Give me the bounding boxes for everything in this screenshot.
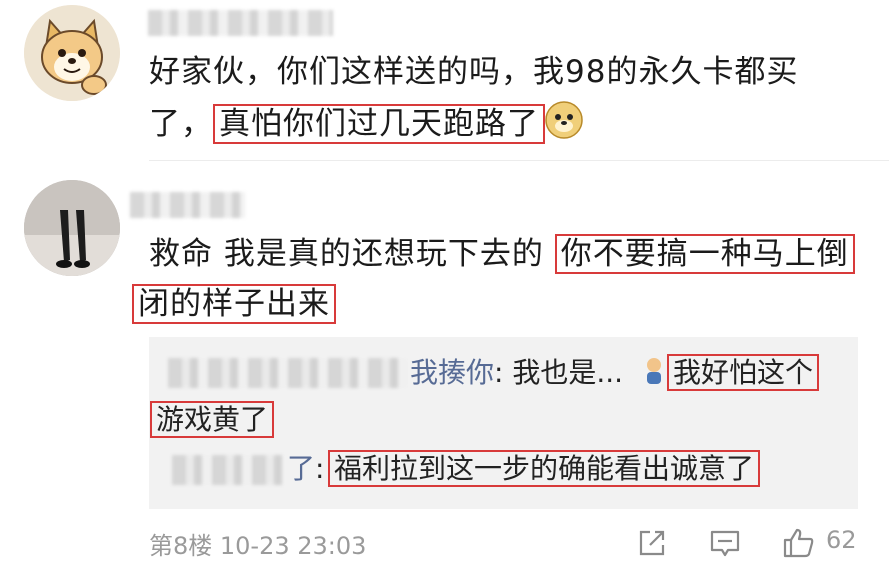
reply-line: 福利拉到这一步的确能看出诚意了: [328, 446, 761, 492]
avatar[interactable]: [24, 5, 120, 101]
thumbs-up-icon[interactable]: [782, 527, 816, 559]
reply-line: 了:: [287, 446, 324, 492]
username-redacted[interactable]: [130, 192, 245, 218]
reply-author-link[interactable]: 我揍你: [410, 356, 494, 389]
share-icon[interactable]: [636, 527, 668, 559]
like-count: 62: [826, 526, 857, 554]
highlighted-text: 闭的样子出来: [132, 284, 336, 324]
comment-text: 了，: [149, 106, 213, 142]
comment-text: 救命 我是真的还想玩下去的: [149, 236, 555, 272]
avatar[interactable]: [24, 180, 120, 276]
comment-text-line: 好家伙，你们这样送的吗，我98的永久卡都买: [149, 54, 799, 90]
highlighted-text: 游戏黄了: [150, 401, 275, 438]
man-emoji-icon: [647, 358, 661, 384]
username-redacted[interactable]: [148, 10, 333, 36]
reply-line: 我好怕这个: [667, 350, 820, 396]
dark-photo-avatar-icon: [24, 180, 120, 276]
shiba-avatar-icon: [24, 5, 120, 101]
comment-text-line: 救命 我是真的还想玩下去的 你不要搞一种马上倒: [149, 226, 855, 282]
reply-text: 我也是...: [512, 356, 624, 389]
doge-emoji-icon: [545, 101, 583, 139]
divider: [149, 160, 889, 161]
reply-author-link[interactable]: 了: [287, 452, 315, 485]
comment-icon[interactable]: [708, 527, 742, 559]
highlighted-text: 我好怕这个: [667, 354, 820, 391]
reply-line: 我揍你: 我也是...: [410, 350, 623, 396]
reply-colon: :: [494, 356, 513, 389]
highlighted-text: 你不要搞一种马上倒: [554, 234, 855, 274]
reply-line: 游戏黄了: [150, 397, 275, 443]
reply-username-redacted[interactable]: [168, 358, 408, 388]
reply-colon: :: [315, 452, 325, 485]
comment-text-line: 了， 真怕你们过几天跑路了: [149, 96, 545, 152]
reply-username-redacted[interactable]: [172, 455, 284, 485]
highlighted-text: 福利拉到这一步的确能看出诚意了: [328, 450, 761, 487]
floor-time: 第8楼 10-23 23:03: [149, 532, 367, 560]
highlighted-text: 真怕你们过几天跑路了: [213, 104, 545, 144]
comment-text-line: 闭的样子出来: [132, 276, 336, 332]
